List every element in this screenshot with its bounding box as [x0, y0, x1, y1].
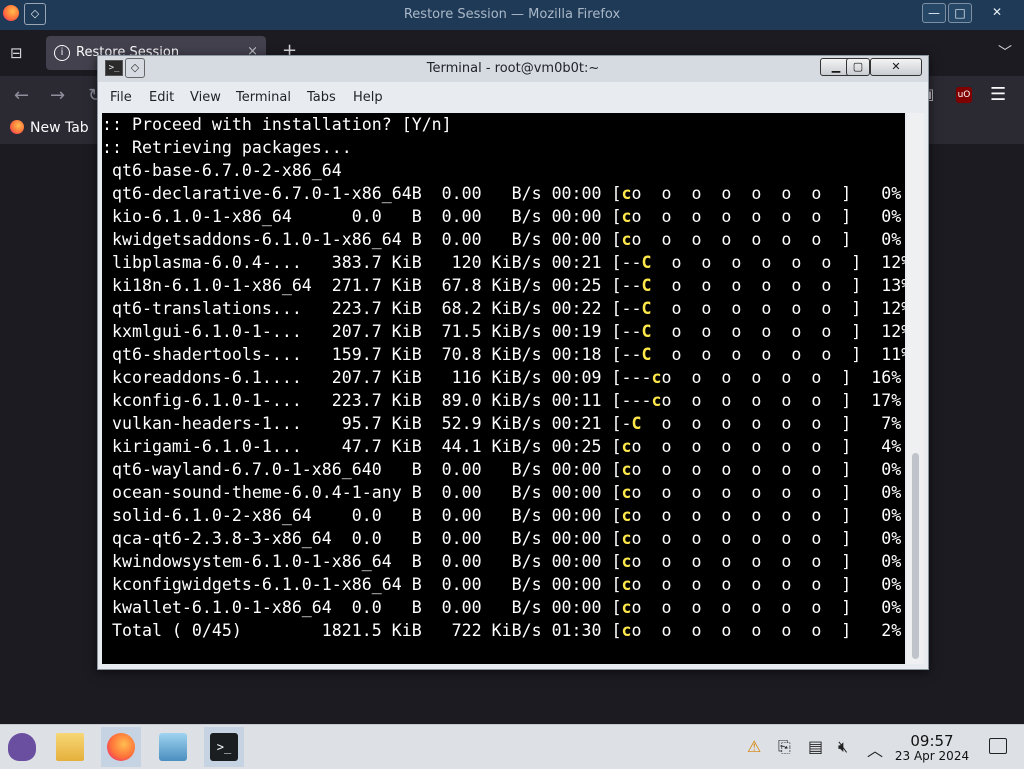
forward-icon[interactable]: →	[50, 85, 65, 106]
menu-help[interactable]: Help	[353, 90, 383, 105]
terminal-menubar: File Edit View Terminal Tabs Help	[98, 82, 928, 112]
notes-icon[interactable]: ▤	[808, 737, 823, 756]
terminal-line: kcoreaddons-6.1.... 207.7 KiB 116 KiB/s …	[102, 368, 902, 387]
terminal-window-title: Terminal - root@vm0b0t:~	[426, 61, 600, 76]
terminal-line: :: Retrieving packages...	[102, 138, 352, 157]
menu-terminal[interactable]: Terminal	[236, 90, 291, 105]
scrollbar-thumb[interactable]	[912, 453, 919, 659]
clock-time[interactable]: 09:57	[896, 732, 968, 750]
terminal-line: libplasma-6.0.4-... 383.7 KiB 120 KiB/s …	[102, 253, 905, 272]
terminal-line: qt6-translations... 223.7 KiB 68.2 KiB/s…	[102, 299, 905, 318]
terminal-line: kxmlgui-6.1.0-1-... 207.7 KiB 71.5 KiB/s…	[102, 322, 905, 341]
bookmark-label: New Tab	[30, 120, 89, 136]
terminal-line: qca-qt6-2.3.8-3-x86_64 0.0 B 0.00 B/s 00…	[102, 529, 902, 548]
system-settings-icon	[159, 733, 187, 761]
firefox-window-title: Restore Session — Mozilla Firefox	[403, 7, 621, 22]
terminal-line: qt6-declarative-6.7.0-1-x86_64B 0.00 B/s…	[102, 184, 902, 203]
terminal-line: kwallet-6.1.0-1-x86_64 0.0 B 0.00 B/s 00…	[102, 598, 902, 617]
info-icon: i	[54, 45, 70, 61]
taskbar: >_ ⚠ ⎘ ▤ 🔇︎ ︿ 09:57 23 Apr 2024	[0, 724, 1024, 769]
terminal-line: qt6-wayland-6.7.0-1-x86_640 B 0.00 B/s 0…	[102, 460, 902, 479]
app-launcher-button[interactable]	[2, 727, 42, 767]
terminal-line: kwindowsystem-6.1.0-1-x86_64 B 0.00 B/s …	[102, 552, 902, 571]
menu-edit[interactable]: Edit	[149, 90, 174, 105]
taskbar-files[interactable]	[50, 727, 90, 767]
ublock-icon[interactable]: uO	[956, 87, 972, 103]
terminal-line: vulkan-headers-1... 95.7 KiB 52.9 KiB/s …	[102, 414, 902, 433]
folder-icon	[56, 733, 84, 761]
terminal-line: kirigami-6.1.0-1... 47.7 KiB 44.1 KiB/s …	[102, 437, 902, 456]
firefox-icon	[10, 120, 24, 134]
terminal-line: qt6-base-6.7.0-2-x86_64	[102, 161, 342, 180]
terminal-window: >_ ◇ Terminal - root@vm0b0t:~ ▁ ▢ ✕ File…	[97, 55, 929, 670]
terminal-line: kconfigwidgets-6.1.0-1-x86_64 B 0.00 B/s…	[102, 575, 902, 594]
terminal-line: ki18n-6.1.0-1-x86_64 271.7 KiB 67.8 KiB/…	[102, 276, 905, 295]
show-desktop-icon[interactable]	[989, 738, 1007, 754]
expand-tray-icon[interactable]: ︿	[867, 737, 883, 761]
launcher-icon	[8, 733, 36, 761]
volume-muted-icon[interactable]: 🔇︎	[838, 737, 848, 757]
close-button[interactable]: ✕	[986, 3, 1008, 21]
terminal-line: solid-6.1.0-2-x86_64 0.0 B 0.00 B/s 00:0…	[102, 506, 902, 525]
terminal-line: Total ( 0/45) 1821.5 KiB 722 KiB/s 01:30…	[102, 621, 902, 640]
menu-tabs[interactable]: Tabs	[307, 90, 336, 105]
terminal-icon: >_	[210, 733, 238, 761]
terminal-line: kio-6.1.0-1-x86_64 0.0 B 0.00 B/s 00:00 …	[102, 207, 902, 226]
firefox-icon	[107, 733, 135, 761]
menu-view[interactable]: View	[190, 90, 221, 105]
terminal-line: :: Proceed with installation? [Y/n]	[102, 115, 452, 134]
terminal-line: kconfig-6.1.0-1-... 223.7 KiB 89.0 KiB/s…	[102, 391, 902, 410]
maximize-button[interactable]: □	[948, 3, 972, 23]
view-recent-icon[interactable]: ⊟	[10, 44, 30, 62]
hamburger-menu-icon[interactable]: ☰	[990, 84, 1006, 105]
terminal-output[interactable]: :: Proceed with installation? [Y/n]:: Re…	[102, 113, 905, 664]
back-icon[interactable]: ←	[14, 85, 29, 106]
clipboard-icon[interactable]: ⎘	[778, 737, 791, 757]
maximize-button[interactable]: ▢	[846, 58, 870, 76]
terminal-line: qt6-shadertools-... 159.7 KiB 70.8 KiB/s…	[102, 345, 905, 364]
minimize-button[interactable]: —	[922, 3, 946, 23]
terminal-line: ocean-sound-theme-6.0.4-1-any B 0.00 B/s…	[102, 483, 902, 502]
list-all-tabs-icon[interactable]: ﹀	[998, 42, 1012, 62]
taskbar-system-settings[interactable]	[153, 727, 193, 767]
terminal-titlebar[interactable]: >_ ◇ Terminal - root@vm0b0t:~ ▁ ▢ ✕	[98, 56, 928, 82]
bookmark-new-tab[interactable]: New Tab	[10, 120, 89, 136]
terminal-line: kwidgetsaddons-6.1.0-1-x86_64 B 0.00 B/s…	[102, 230, 902, 249]
terminal-scrollbar[interactable]	[907, 113, 924, 664]
taskbar-firefox[interactable]	[101, 727, 141, 767]
taskbar-terminal[interactable]: >_	[204, 727, 244, 767]
close-button[interactable]: ✕	[870, 58, 922, 76]
clock-date[interactable]: 23 Apr 2024	[890, 749, 974, 763]
firefox-titlebar[interactable]: ◇ Restore Session — Mozilla Firefox — □ …	[0, 0, 1024, 30]
menu-file[interactable]: File	[110, 90, 132, 105]
updates-icon[interactable]: ⚠	[747, 737, 761, 756]
